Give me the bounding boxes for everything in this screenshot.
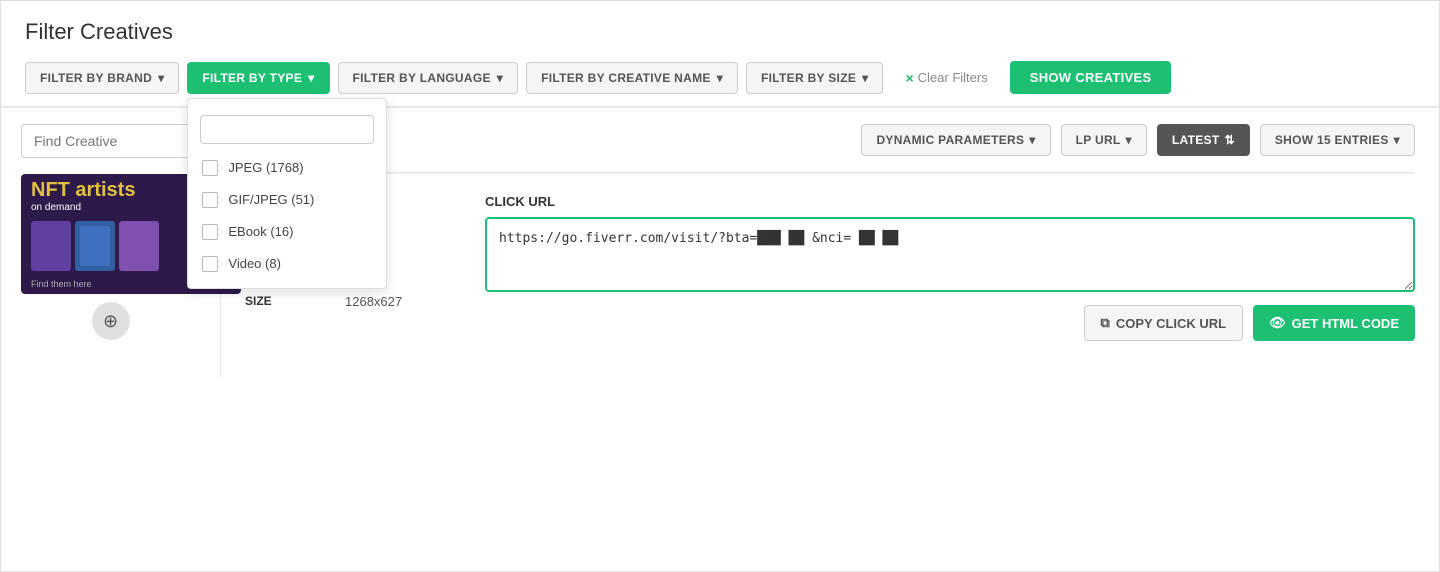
top-controls: DYNAMIC PARAMETERS ▾ LP URL ▾ LATEST ⇅ S… <box>245 124 1415 156</box>
lp-url-label: LP URL <box>1076 133 1121 147</box>
click-url-section: CLICK URL https://go.fiverr.com/visit/?b… <box>485 194 1415 341</box>
type-dropdown-menu: JPEG (1768) GIF/JPEG (51) EBook (16) Vid… <box>187 98 387 289</box>
creative-detail-card: NFT Fiverr CPA English TYPE JPEG SIZE 12 <box>245 173 1415 361</box>
click-url-textarea[interactable]: https://go.fiverr.com/visit/?bta=███ ██ … <box>485 217 1415 292</box>
clear-filters-button[interactable]: × Clear Filters <box>891 62 1001 94</box>
show-entries-label: SHOW 15 ENTRIES <box>1275 133 1389 147</box>
filter-by-size-label: FILTER BY SIZE <box>761 71 856 85</box>
video-label: Video (8) <box>228 256 281 271</box>
gifjpeg-count: (51) <box>291 192 314 207</box>
chevron-down-icon-entries: ▾ <box>1394 133 1400 147</box>
size-value: 1268x627 <box>345 294 402 309</box>
type-search-input[interactable] <box>200 115 374 144</box>
video-count: (8) <box>265 256 281 271</box>
filter-by-type-label: FILTER BY TYPE <box>202 71 302 85</box>
gifjpeg-checkbox[interactable] <box>202 192 218 208</box>
chevron-down-icon-lang: ▾ <box>497 71 503 85</box>
filter-by-brand-button[interactable]: FILTER BY BRAND ▾ <box>25 62 179 94</box>
video-checkbox[interactable] <box>202 256 218 272</box>
type-ebook-item[interactable]: EBook (16) <box>188 216 386 248</box>
chevron-down-icon-dynamic: ▾ <box>1029 133 1035 147</box>
chevron-down-icon-size: ▾ <box>862 71 868 85</box>
type-jpeg-item[interactable]: JPEG (1768) <box>188 152 386 184</box>
show-creatives-button[interactable]: SHOW CREATIVES <box>1010 61 1172 94</box>
type-video-item[interactable]: Video (8) <box>188 248 386 280</box>
lp-url-button[interactable]: LP URL ▾ <box>1061 124 1147 156</box>
copy-icon: ⧉ <box>1101 315 1110 331</box>
zoom-button[interactable]: ⊕ <box>92 302 130 340</box>
chevron-down-icon-name: ▾ <box>717 71 723 85</box>
filter-by-size-button[interactable]: FILTER BY SIZE ▾ <box>746 62 883 94</box>
eye-icon: 👁 <box>1269 315 1286 331</box>
zoom-icon: ⊕ <box>103 311 118 332</box>
ebook-count: (16) <box>270 224 293 239</box>
click-url-label: CLICK URL <box>485 194 1415 209</box>
show-entries-button[interactable]: SHOW 15 ENTRIES ▾ <box>1260 124 1415 156</box>
get-html-code-label: GET HTML CODE <box>1292 316 1399 331</box>
right-content: DYNAMIC PARAMETERS ▾ LP URL ▾ LATEST ⇅ S… <box>221 108 1439 377</box>
page-title: Filter Creatives <box>25 19 1415 45</box>
filter-bar: FILTER BY BRAND ▾ FILTER BY TYPE ▾ JPEG … <box>25 61 1415 94</box>
ebook-label: EBook (16) <box>228 224 293 239</box>
ebook-checkbox[interactable] <box>202 224 218 240</box>
filter-by-creative-name-label: FILTER BY CREATIVE NAME <box>541 71 711 85</box>
get-html-code-button[interactable]: 👁 GET HTML CODE <box>1253 305 1415 341</box>
type-gifjpeg-item[interactable]: GIF/JPEG (51) <box>188 184 386 216</box>
chevron-down-icon-lp: ▾ <box>1126 133 1132 147</box>
show-creatives-label: SHOW CREATIVES <box>1030 70 1152 85</box>
filter-by-creative-name-button[interactable]: FILTER BY CREATIVE NAME ▾ <box>526 62 738 94</box>
filter-by-type-dropdown: FILTER BY TYPE ▾ JPEG (1768) GIF/JPEG (5… <box>187 62 329 94</box>
filter-by-language-label: FILTER BY LANGUAGE <box>353 71 491 85</box>
gifjpeg-label: GIF/JPEG (51) <box>228 192 314 207</box>
size-label: SIZE <box>245 294 325 309</box>
filter-by-language-button[interactable]: FILTER BY LANGUAGE ▾ <box>338 62 519 94</box>
chevron-down-icon: ▾ <box>158 71 164 85</box>
filter-by-type-button[interactable]: FILTER BY TYPE ▾ <box>187 62 329 94</box>
size-row: SIZE 1268x627 <box>245 294 445 309</box>
latest-label: LATEST <box>1172 133 1220 147</box>
chevron-down-icon-type: ▾ <box>308 71 314 85</box>
dynamic-params-label: DYNAMIC PARAMETERS <box>876 133 1024 147</box>
copy-click-url-button[interactable]: ⧉ COPY CLICK URL <box>1084 305 1244 341</box>
latest-button[interactable]: LATEST ⇅ <box>1157 124 1250 156</box>
jpeg-checkbox[interactable] <box>202 160 218 176</box>
filter-by-brand-label: FILTER BY BRAND <box>40 71 152 85</box>
dynamic-parameters-button[interactable]: DYNAMIC PARAMETERS ▾ <box>861 124 1050 156</box>
clear-x-icon: × <box>905 70 913 86</box>
url-actions: ⧉ COPY CLICK URL 👁 GET HTML CODE <box>485 305 1415 341</box>
sort-icon: ⇅ <box>1224 133 1234 147</box>
clear-filters-label: Clear Filters <box>918 70 988 85</box>
copy-click-url-label: COPY CLICK URL <box>1116 316 1226 331</box>
jpeg-count: (1768) <box>266 160 304 175</box>
find-creative-input[interactable] <box>21 124 200 158</box>
jpeg-label: JPEG (1768) <box>228 160 303 175</box>
